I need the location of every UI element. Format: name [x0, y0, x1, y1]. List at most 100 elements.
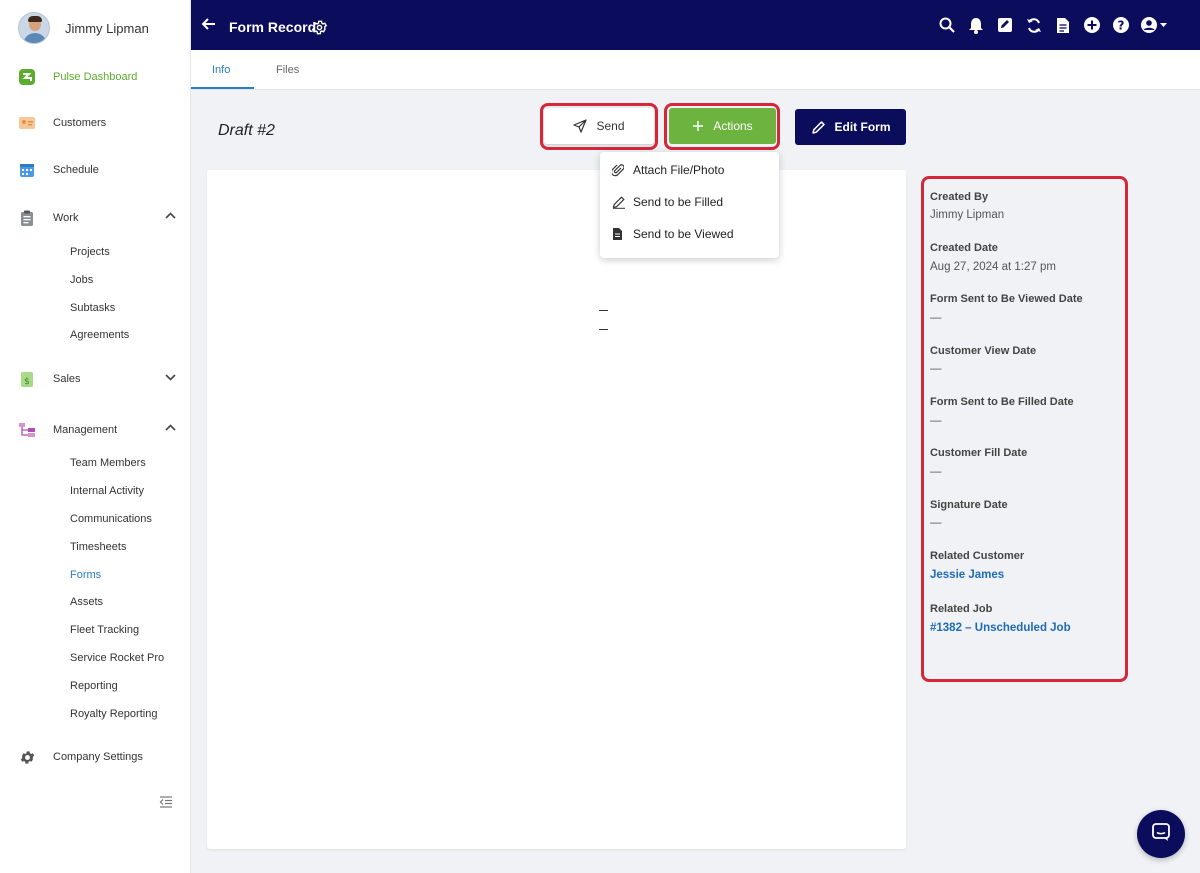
org-chart-icon: [18, 421, 36, 439]
sidebar-item-team-members[interactable]: Team Members: [70, 457, 146, 469]
customer-view-label: Customer View Date: [930, 345, 1037, 357]
sidebar-item-agreements[interactable]: Agreements: [70, 329, 129, 341]
sidebar-item-forms[interactable]: Forms: [70, 569, 101, 581]
avatar: [18, 12, 50, 44]
customer-fill-label: Customer Fill Date: [930, 447, 1028, 459]
file-icon: [612, 227, 626, 241]
highlight-send: [540, 103, 658, 150]
collapse-sidebar-icon[interactable]: [159, 795, 173, 813]
chevron-up-icon[interactable]: [165, 211, 176, 223]
bell-icon[interactable]: [966, 15, 986, 35]
sidebar-label: Management: [53, 424, 118, 436]
pen-icon: [612, 195, 626, 209]
related-job-link[interactable]: #1382 – Unscheduled Job: [930, 622, 1071, 634]
sidebar-item-management[interactable]: Management: [18, 421, 176, 439]
top-toolbar: ?: [928, 15, 1170, 35]
sidebar-label: Sales: [53, 373, 81, 385]
form-preview: [207, 170, 906, 849]
actions-dropdown-menu: Attach File/Photo Send to be Filled Send…: [600, 152, 779, 258]
paperclip-icon: [612, 163, 626, 177]
highlight-actions: [664, 103, 780, 150]
back-arrow-icon[interactable]: [201, 16, 217, 37]
sidebar-label: Schedule: [53, 164, 99, 176]
help-icon[interactable]: ?: [1111, 15, 1131, 35]
sidebar-item-royalty-reporting[interactable]: Royalty Reporting: [70, 708, 157, 720]
svg-text:$: $: [24, 377, 30, 387]
edit-form-button[interactable]: Edit Form: [795, 109, 906, 145]
gear-icon: [18, 748, 36, 766]
account-menu-icon[interactable]: [1140, 15, 1170, 35]
sidebar-item-service-rocket-pro[interactable]: Service Rocket Pro: [70, 652, 164, 664]
created-by-label: Created By: [930, 191, 989, 203]
sidebar-item-timesheets[interactable]: Timesheets: [70, 541, 126, 553]
sent-viewed-value: —: [930, 312, 942, 324]
clipboard-icon: [18, 209, 36, 227]
calendar-icon: [18, 161, 36, 179]
contact-card-icon: [18, 114, 36, 132]
menu-item-send-to-be-filled[interactable]: Send to be Filled: [612, 195, 723, 209]
invoice-dollar-icon: $: [18, 370, 36, 388]
related-customer-label: Related Customer: [930, 550, 1025, 562]
sidebar-item-work[interactable]: Work: [18, 209, 176, 227]
top-bar: Form Record ?: [191, 0, 1200, 50]
sidebar-label: Pulse Dashboard: [53, 71, 138, 83]
add-circle-icon[interactable]: [1082, 15, 1102, 35]
user-profile[interactable]: Jimmy Lipman: [18, 12, 149, 44]
sync-icon[interactable]: [1024, 15, 1044, 35]
sidebar-item-fleet-tracking[interactable]: Fleet Tracking: [70, 624, 139, 636]
customer-fill-value: —: [930, 466, 942, 478]
sidebar-label: Company Settings: [53, 751, 143, 763]
form-placeholder-line: [599, 329, 608, 330]
chevron-up-icon[interactable]: [165, 423, 176, 435]
sent-filled-label: Form Sent to Be Filled Date: [930, 396, 1074, 408]
pulse-logo-icon: [18, 68, 36, 86]
created-date-label: Created Date: [930, 242, 998, 254]
tab-info[interactable]: Info: [212, 64, 230, 76]
edit-form-label: Edit Form: [834, 120, 891, 134]
edit-note-icon[interactable]: [995, 15, 1015, 35]
menu-item-label: Attach File/Photo: [633, 163, 725, 177]
chevron-down-icon[interactable]: [165, 372, 176, 384]
related-customer-link[interactable]: Jessie James: [930, 569, 1004, 581]
sidebar-label: Work: [53, 212, 79, 224]
sidebar-item-internal-activity[interactable]: Internal Activity: [70, 485, 144, 497]
page-header-title: Form Record: [229, 19, 317, 35]
menu-item-send-to-be-viewed[interactable]: Send to be Viewed: [612, 227, 734, 241]
created-by-value: Jimmy Lipman: [930, 209, 1005, 221]
sidebar-label: Customers: [53, 117, 107, 129]
tab-files[interactable]: Files: [276, 64, 299, 76]
sent-viewed-label: Form Sent to Be Viewed Date: [930, 293, 1083, 305]
signature-label: Signature Date: [930, 499, 1008, 511]
signature-value: —: [930, 517, 942, 529]
sidebar-item-pulse-dashboard[interactable]: Pulse Dashboard: [18, 68, 176, 86]
sidebar-item-assets[interactable]: Assets: [70, 596, 103, 608]
user-name: Jimmy Lipman: [65, 20, 149, 36]
sidebar-item-jobs[interactable]: Jobs: [70, 274, 93, 286]
tab-bar: Info Files: [191, 50, 1200, 90]
sidebar: Jimmy Lipman Pulse Dashboard Customers S…: [0, 0, 191, 873]
sidebar-item-sales[interactable]: $ Sales: [18, 370, 176, 388]
pencil-icon: [811, 120, 826, 135]
sidebar-item-reporting[interactable]: Reporting: [70, 680, 118, 692]
menu-item-attach-file[interactable]: Attach File/Photo: [612, 163, 724, 177]
gear-icon[interactable]: [311, 19, 328, 41]
sidebar-item-company-settings[interactable]: Company Settings: [18, 748, 176, 766]
sent-filled-value: —: [930, 415, 942, 427]
sidebar-item-schedule[interactable]: Schedule: [18, 161, 176, 179]
document-icon[interactable]: [1053, 15, 1073, 35]
menu-item-label: Send to be Viewed: [633, 227, 734, 241]
active-tab-indicator: [191, 87, 254, 89]
customer-view-value: —: [930, 363, 942, 375]
svg-text:?: ?: [1118, 19, 1125, 33]
menu-item-label: Send to be Filled: [633, 195, 724, 209]
sidebar-item-communications[interactable]: Communications: [70, 513, 152, 525]
sidebar-item-customers[interactable]: Customers: [18, 114, 176, 132]
chat-bubble-icon: [1151, 822, 1171, 847]
created-date-value: Aug 27, 2024 at 1:27 pm: [930, 261, 1056, 273]
page-title: Draft #2: [218, 122, 275, 139]
sidebar-item-subtasks[interactable]: Subtasks: [70, 302, 115, 314]
related-job-label: Related Job: [930, 603, 993, 615]
sidebar-item-projects[interactable]: Projects: [70, 246, 110, 258]
chat-launcher-button[interactable]: [1137, 810, 1185, 858]
search-icon[interactable]: [937, 15, 957, 35]
